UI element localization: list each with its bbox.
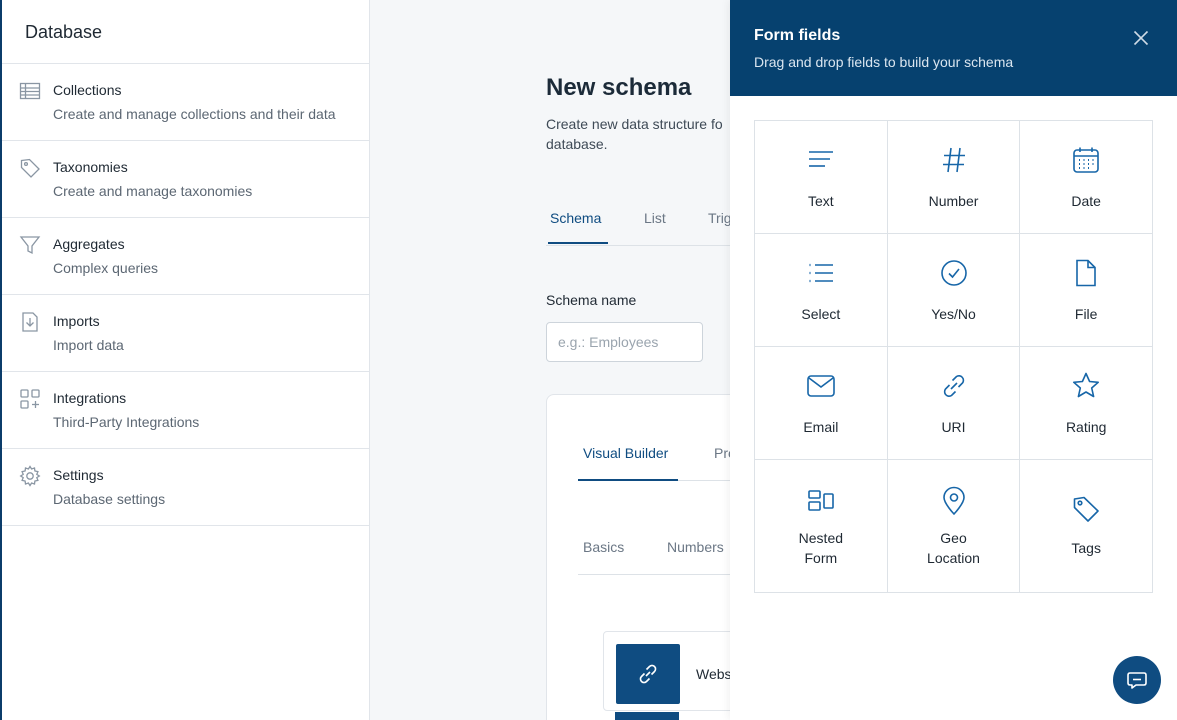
field-nested-form[interactable]: Nested Form xyxy=(755,460,888,593)
sidebar-item-collections[interactable]: Collections Create and manage collection… xyxy=(2,64,369,141)
gear-icon xyxy=(19,465,41,487)
field-label: Date xyxy=(1071,193,1101,209)
drawer-header: Form fields Drag and drop fields to buil… xyxy=(730,0,1177,96)
sidebar-item-desc: Third-Party Integrations xyxy=(53,414,200,430)
sidebar-item-label: Aggregates xyxy=(53,236,125,252)
field-uri[interactable]: URI xyxy=(887,347,1021,460)
field-text[interactable]: Text xyxy=(755,121,888,234)
filter-icon xyxy=(19,234,41,256)
drawer-title: Form fields xyxy=(754,27,841,44)
tab-schema[interactable]: Schema xyxy=(550,210,601,226)
field-label: Select xyxy=(801,306,841,322)
active-tab-indicator xyxy=(548,242,608,244)
sidebar-item-desc: Complex queries xyxy=(53,260,159,276)
apps-icon xyxy=(19,388,41,410)
sidebar-item-taxonomies[interactable]: Taxonomies Create and manage taxonomies xyxy=(2,141,369,218)
tab-triggers[interactable]: Trig xyxy=(708,210,732,226)
sidebar-item-label: Collections xyxy=(53,82,122,98)
calendar-icon xyxy=(1071,145,1101,175)
field-label-line2: Form xyxy=(804,550,838,566)
import-icon xyxy=(19,311,41,333)
file-icon xyxy=(1071,258,1101,288)
field-label: Rating xyxy=(1065,419,1107,435)
sidebar-item-label: Imports xyxy=(53,313,100,329)
page-description-line2: database. xyxy=(546,136,608,152)
field-tags[interactable]: Tags xyxy=(1020,460,1154,593)
drawer-subtitle: Drag and drop fields to build your schem… xyxy=(754,54,1014,70)
page-title: New schema xyxy=(546,74,692,101)
field-label: File xyxy=(1074,306,1098,322)
text-lines-icon xyxy=(806,145,836,175)
page-description-line1: Create new data structure fo xyxy=(546,116,723,132)
map-pin-icon xyxy=(939,486,969,516)
field-file[interactable]: File xyxy=(1020,234,1154,347)
field-label: Nested Form xyxy=(755,528,887,568)
field-select[interactable]: Select xyxy=(755,234,888,347)
sidebar-item-settings[interactable]: Settings Database settings xyxy=(2,449,369,526)
sidebar-item-desc: Import data xyxy=(53,337,124,353)
field-label-line1: Geo xyxy=(940,530,967,546)
tab-numbers[interactable]: Numbers xyxy=(667,539,724,555)
form-fields-drawer: Form fields Drag and drop fields to buil… xyxy=(730,0,1177,720)
sidebar-item-aggregates[interactable]: Aggregates Complex queries xyxy=(2,218,369,295)
hash-icon xyxy=(939,145,969,175)
table-icon xyxy=(19,80,41,102)
field-label: Geo Location xyxy=(888,528,1020,568)
field-label: Yes/No xyxy=(931,306,976,322)
chat-icon xyxy=(1126,669,1148,691)
sidebar-item-desc: Create and manage collections and their … xyxy=(53,106,336,122)
field-label-line2: Location xyxy=(927,550,980,566)
sidebar-item-imports[interactable]: Imports Import data xyxy=(2,295,369,372)
field-geo-location[interactable]: Geo Location xyxy=(887,460,1021,593)
field-label-line1: Nested xyxy=(798,530,844,546)
field-row-badge-partial xyxy=(615,712,679,720)
field-label: Tags xyxy=(1071,540,1101,556)
tab-list[interactable]: List xyxy=(644,210,666,226)
sidebar: Database Collections Create and manage c… xyxy=(0,0,370,720)
field-label: Email xyxy=(803,419,839,435)
field-label: Number xyxy=(928,193,979,209)
link-icon xyxy=(939,371,969,401)
page-description: Create new data structure fo database. xyxy=(546,114,746,154)
field-label: Text xyxy=(807,193,834,209)
sidebar-item-desc: Create and manage taxonomies xyxy=(53,183,253,199)
active-builder-tab-indicator xyxy=(578,479,678,481)
check-circle-icon xyxy=(939,258,969,288)
tab-basics[interactable]: Basics xyxy=(583,539,624,555)
nested-form-icon xyxy=(806,486,836,516)
form-fields-grid: Text Number Date Select Yes/No File Emai… xyxy=(754,120,1154,593)
field-date[interactable]: Date xyxy=(1020,121,1154,234)
field-yes-no[interactable]: Yes/No xyxy=(887,234,1021,347)
schema-name-label: Schema name xyxy=(546,292,637,308)
envelope-icon xyxy=(806,371,836,401)
tag-icon xyxy=(19,157,41,179)
field-number[interactable]: Number xyxy=(887,121,1021,234)
link-icon xyxy=(616,644,680,704)
sidebar-item-label: Taxonomies xyxy=(53,159,128,175)
close-icon[interactable] xyxy=(1130,27,1152,49)
tag-icon xyxy=(1071,494,1101,524)
field-label: URI xyxy=(941,419,966,435)
sidebar-item-integrations[interactable]: Integrations Third-Party Integrations xyxy=(2,372,369,449)
sidebar-item-desc: Database settings xyxy=(53,491,166,507)
chat-support-button[interactable] xyxy=(1113,656,1161,704)
sidebar-item-label: Settings xyxy=(53,467,104,483)
list-icon xyxy=(806,258,836,288)
schema-name-input[interactable] xyxy=(546,322,703,362)
field-row-label: Webs xyxy=(696,666,732,682)
star-icon xyxy=(1071,371,1101,401)
sidebar-title: Database xyxy=(2,0,369,64)
field-rating[interactable]: Rating xyxy=(1020,347,1154,460)
field-email[interactable]: Email xyxy=(755,347,888,460)
tab-visual-builder[interactable]: Visual Builder xyxy=(583,445,668,461)
sidebar-item-label: Integrations xyxy=(53,390,127,406)
